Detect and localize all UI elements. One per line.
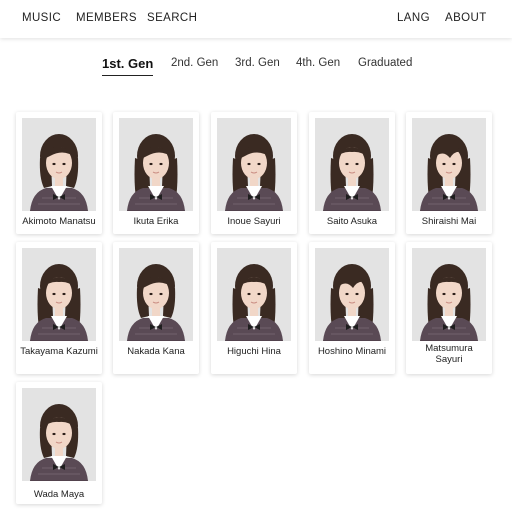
member-card-shiraishi-mai[interactable]: Shiraishi Mai <box>406 112 492 234</box>
member-grid: Akimoto Manatsu Ikuta Erika Inoue Sayuri Sa… <box>0 0 512 512</box>
member-name: Ikuta Erika <box>133 216 179 227</box>
member-card-wada-maya[interactable]: Wada Maya <box>16 382 102 504</box>
member-card-akimoto-manatsu[interactable]: Akimoto Manatsu <box>16 112 102 234</box>
member-photo <box>119 248 193 341</box>
member-photo <box>217 118 291 211</box>
member-name: Hoshino Minami <box>317 346 387 357</box>
member-card-hoshino-minami[interactable]: Hoshino Minami <box>309 242 395 374</box>
member-name: Matsumura Sayuri <box>425 343 473 365</box>
member-card-higuchi-hina[interactable]: Higuchi Hina <box>211 242 297 374</box>
member-card-matsumura-sayuri[interactable]: Matsumura Sayuri <box>406 242 492 374</box>
member-photo <box>315 118 389 211</box>
member-card-ikuta-erika[interactable]: Ikuta Erika <box>113 112 199 234</box>
member-name: Inoue Sayuri <box>227 216 281 227</box>
member-name: Shiraishi Mai <box>421 216 477 227</box>
member-photo <box>22 118 96 211</box>
member-photo <box>119 118 193 211</box>
member-photo <box>412 248 486 341</box>
member-photo <box>22 388 96 481</box>
member-name: Nakada Kana <box>127 346 185 357</box>
member-photo <box>22 248 96 341</box>
member-card-inoue-sayuri[interactable]: Inoue Sayuri <box>211 112 297 234</box>
member-card-saito-asuka[interactable]: Saito Asuka <box>309 112 395 234</box>
member-card-nakada-kana[interactable]: Nakada Kana <box>113 242 199 374</box>
member-name: Takayama Kazumi <box>20 346 98 357</box>
member-photo <box>217 248 291 341</box>
member-name: Saito Asuka <box>326 216 378 227</box>
member-name: Higuchi Hina <box>227 346 281 357</box>
member-name: Akimoto Manatsu <box>22 216 96 227</box>
member-name: Wada Maya <box>33 489 85 500</box>
member-card-takayama-kazumi[interactable]: Takayama Kazumi <box>16 242 102 374</box>
member-photo <box>412 118 486 211</box>
member-photo <box>315 248 389 341</box>
